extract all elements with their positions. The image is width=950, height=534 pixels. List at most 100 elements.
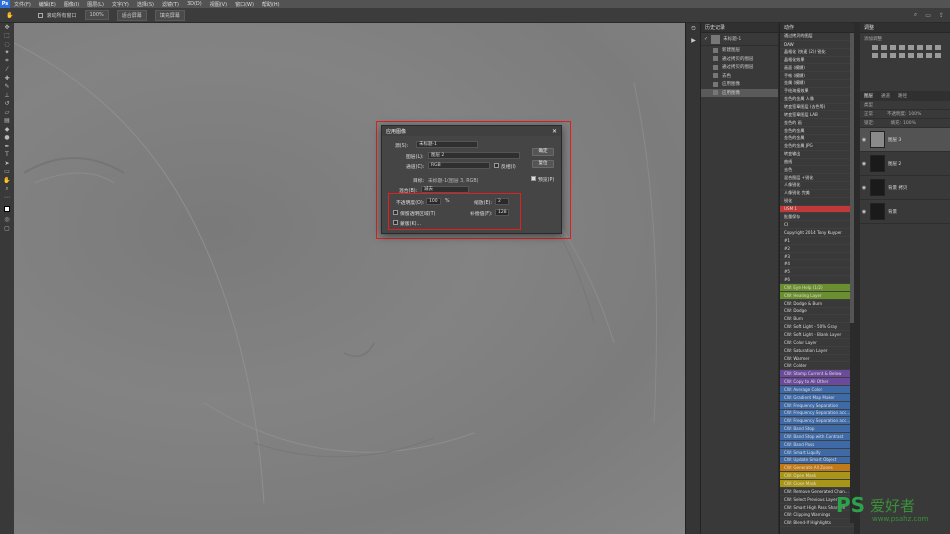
actions-scrollbar[interactable] [850,33,854,523]
scroll-all-windows-checkbox[interactable] [38,12,44,18]
blend-select[interactable]: 减去 [421,186,469,193]
action-item[interactable]: 手帐 (模糊) [780,72,854,81]
action-item[interactable]: CW: Soft Light - 50% Gray [780,323,854,332]
action-item[interactable]: 转变签章图层 (去色等) [780,104,854,112]
crop-tool-icon[interactable]: ⌗ [0,57,14,66]
layer-fill-value[interactable]: 100% [903,121,916,126]
screen-mode-icon[interactable]: ▢ [0,224,14,233]
hand-tool-icon[interactable]: ✋ [0,176,14,185]
action-item[interactable]: CW: Generate All Zones [780,464,854,473]
lasso-tool-icon[interactable]: ◌ [0,40,14,49]
action-item[interactable]: CW: Stamp Current & Below [780,370,854,379]
type-tool-icon[interactable]: T [0,151,14,160]
action-item[interactable]: CW: Eye Help (1/2) [780,284,854,292]
action-item[interactable]: CW: Burn [780,315,854,324]
preview-checkbox[interactable] [531,176,536,181]
hand-tool-icon[interactable]: ✋ [6,12,13,19]
search-icon[interactable]: ⌕ [914,11,917,19]
move-tool-icon[interactable]: ✥ [0,23,14,32]
eye-icon[interactable]: ◉ [860,185,868,191]
brush-tool-icon[interactable]: ✎ [0,83,14,92]
more-tools-icon[interactable]: ⋯ [0,193,14,202]
gradient-tool-icon[interactable]: ▤ [0,117,14,126]
action-item[interactable]: 转变输出 [780,151,854,159]
action-item[interactable]: DAW [780,41,854,49]
action-item[interactable]: 金色的 画 [780,119,854,128]
layer-row[interactable]: ◉ 图层 2 [860,152,950,176]
layer-row[interactable]: ◉ 背景 [860,200,950,224]
action-item[interactable]: #6 [780,276,854,284]
channel-select[interactable]: RGB [428,162,490,169]
menu-item[interactable]: 3D(D) [183,1,206,8]
exposure-icon[interactable] [899,45,905,50]
history-item[interactable]: 应用图像 [701,80,778,89]
quick-mask-icon[interactable]: ◎ [0,216,14,225]
gradient-map-icon[interactable] [926,53,932,58]
action-item[interactable]: CW: Band Stop [780,425,854,434]
action-item[interactable]: 金属 (模糊) [780,80,854,88]
channel-mixer-icon[interactable] [881,53,887,58]
action-item[interactable]: #4 [780,260,854,269]
menu-item[interactable]: 滤镜(T) [158,1,183,8]
action-item[interactable]: CW: Soft Light - Blank Layer [780,331,854,339]
curves-icon[interactable] [890,45,896,50]
action-item[interactable]: CW: Band Stop with Contrast [780,433,854,441]
levels-icon[interactable] [881,45,887,50]
action-item[interactable]: 曲线 [780,159,854,167]
blur-tool-icon[interactable]: ◆ [0,125,14,134]
pen-tool-icon[interactable]: ✒ [0,142,14,151]
vibrance-icon[interactable] [908,45,914,50]
action-item[interactable]: USM 1 [780,205,854,214]
fill-screen-button[interactable]: 填充屏幕 [154,9,185,21]
workspace-icon[interactable]: ▭ [925,12,931,19]
black-white-icon[interactable] [935,45,941,50]
action-item[interactable]: CW: Close Mask [780,480,854,488]
color-swatches-icon[interactable] [0,202,14,216]
action-item[interactable]: 通过拷贝的图层 [780,33,854,41]
history-item[interactable]: 新建图层 [701,46,778,55]
tab-layers[interactable]: 图层 [860,93,877,99]
menu-item[interactable]: 窗口(W) [231,1,258,8]
eye-icon[interactable]: ◉ [860,161,868,167]
action-item[interactable]: CW: Open Mask [780,472,854,481]
action-item[interactable]: #3 [780,253,854,261]
magic-wand-tool-icon[interactable]: ✦ [0,49,14,58]
actions-scroll-thumb[interactable] [850,33,854,323]
menu-item[interactable]: 编辑(E) [35,1,60,8]
action-item[interactable]: 去色 [780,166,854,175]
layer-row[interactable]: ◉ 图层 3 [860,128,950,152]
action-item[interactable]: CW: Frequency Separation acc... [780,417,854,426]
action-item[interactable]: CW: Warmer [780,355,854,363]
tab-paths[interactable]: 路径 [894,93,911,99]
zoom-tool-icon[interactable]: ⌕ [0,185,14,194]
action-item[interactable]: CW: Gradient Map Maker [780,393,854,402]
action-item[interactable]: 人像锐化 完美 [780,190,854,198]
color-balance-icon[interactable] [926,45,932,50]
close-icon[interactable]: ✕ [552,128,557,135]
action-item[interactable]: CW: Frequency Separation [780,401,854,410]
invert-icon[interactable] [899,53,905,58]
action-item[interactable]: 批量保存 [780,213,854,222]
clone-stamp-tool-icon[interactable]: ⊥ [0,91,14,100]
history-item[interactable]: 应用图像 [701,88,778,97]
action-item[interactable]: CW: Average Color [780,385,854,394]
dodge-tool-icon[interactable]: ● [0,134,14,143]
action-item[interactable]: 手绘海报效果 [780,88,854,96]
history-brush-tool-icon[interactable]: ↺ [0,100,14,109]
history-item[interactable]: 通过拷贝的图层 [701,63,778,72]
rectangle-tool-icon[interactable]: ▭ [0,168,14,177]
layer-filter-kind[interactable]: 类型 [864,102,873,108]
eyedropper-tool-icon[interactable]: ⁄ [0,66,14,75]
action-item[interactable]: 混合图层 +锐化 [780,174,854,183]
offset-input[interactable]: 128 [495,209,509,216]
action-item[interactable]: 金色的金属 JPG [780,143,854,151]
menu-item[interactable]: 文字(Y) [108,1,133,8]
action-item[interactable]: CW: Band Pass [780,440,854,449]
color-lookup-icon[interactable] [890,53,896,58]
action-item[interactable]: 画面 (模糊) [780,64,854,73]
reset-button[interactable]: 复位 [532,160,554,168]
actions-panel-icon[interactable]: ▶ [686,35,701,47]
posterize-icon[interactable] [908,53,914,58]
photo-filter-icon[interactable] [872,53,878,58]
document-canvas[interactable] [14,23,685,534]
